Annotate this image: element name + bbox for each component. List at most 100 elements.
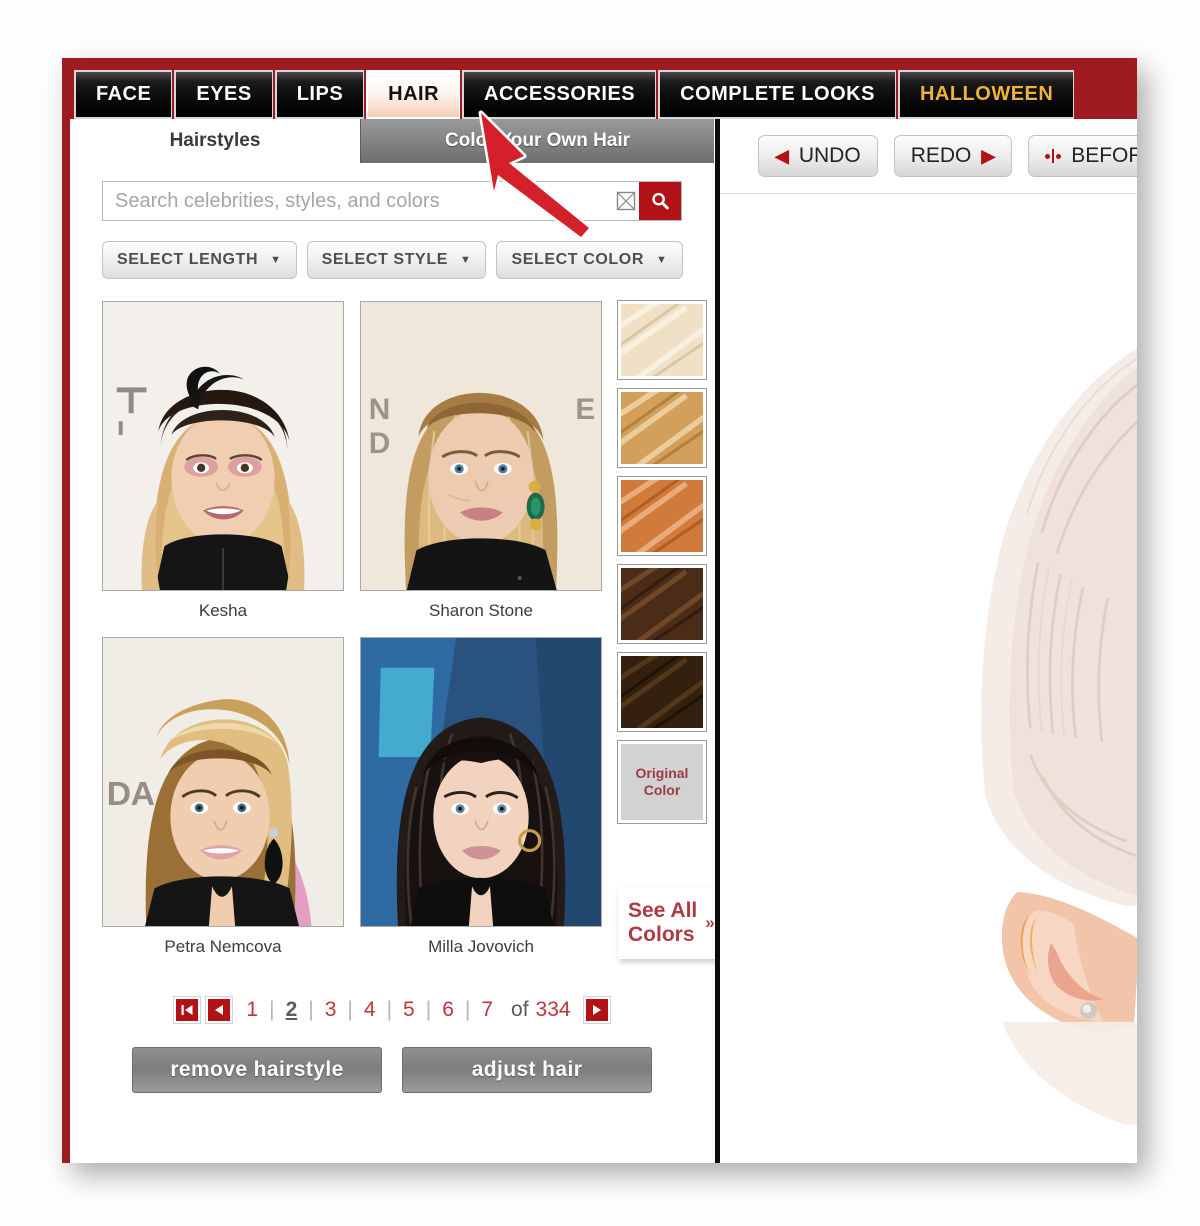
hairstyle-thumbnail[interactable]: ND E (360, 301, 602, 591)
svg-text:N: N (369, 393, 391, 426)
undo-label: UNDO (798, 144, 861, 167)
hair-color-swatch[interactable] (617, 388, 707, 468)
select-style-dropdown[interactable]: SELECT STYLE ▼ (306, 241, 487, 279)
chevron-left-icon: ◀ (775, 145, 789, 166)
sub-tab-color-your-own-hair[interactable]: Color Your Own Hair (360, 119, 714, 163)
nav-tab-hair-label: HAIR (388, 83, 440, 105)
nav-tab-lips[interactable]: LIPS (274, 70, 365, 119)
main-navigation-bar: FACE EYES LIPS HAIR ACCESSORIES COMPLETE… (70, 66, 1137, 119)
hairstyle-gallery: Kesha NDE Sharon Stone D A Petra Nemcova… (102, 301, 602, 961)
hairstyle-grid: Kesha NDE Sharon Stone D A Petra Nemcova… (102, 301, 602, 961)
hair-color-swatch[interactable] (617, 564, 707, 644)
redo-button[interactable]: REDO ▶ (893, 135, 1013, 177)
page-link-6[interactable]: 6 (431, 998, 465, 1022)
nav-tab-halloween[interactable]: HALLOWEEN (897, 70, 1075, 119)
page-link-1[interactable]: 1 (235, 998, 269, 1022)
next-page-icon (592, 1005, 601, 1015)
first-page-icon (181, 1005, 193, 1015)
hair-color-swatch[interactable] (617, 476, 707, 556)
nav-tab-eyes[interactable]: EYES (174, 70, 273, 119)
see-all-colors-label: See All Colors (618, 899, 697, 946)
page-link-3[interactable]: 3 (314, 998, 348, 1022)
action-button-row: remove hairstyle adjust hair (70, 1047, 714, 1093)
chevron-down-icon: ▼ (656, 254, 668, 266)
select-color-dropdown[interactable]: SELECT COLOR ▼ (496, 241, 683, 279)
hairstyle-card[interactable]: ND E Sharon Stone (360, 301, 602, 625)
previous-page-icon (215, 1005, 224, 1015)
select-color-label: SELECT COLOR (511, 251, 645, 268)
nav-tab-halloween-label: HALLOWEEN (919, 83, 1054, 105)
content-area: Hairstyles Color Your Own Hair Search ce… (70, 119, 1137, 1163)
model-preview-stage[interactable] (720, 194, 1137, 1163)
editor-toolbar: ◀ UNDO REDO ▶ BEFORE (758, 135, 1137, 177)
hair-color-swatch[interactable] (617, 300, 707, 380)
close-box-icon[interactable] (613, 182, 639, 220)
hair-color-swatch-list: Original Color (617, 300, 707, 824)
remove-hairstyle-button[interactable]: remove hairstyle (132, 1047, 382, 1093)
nav-tab-lips-label: LIPS (296, 83, 344, 105)
chevron-down-icon: ▼ (459, 254, 472, 266)
nav-tab-accessories-label: ACCESSORIES (484, 83, 636, 105)
page-link-5[interactable]: 5 (392, 998, 426, 1022)
next-page-button[interactable] (582, 996, 611, 1024)
previous-page-button[interactable] (205, 996, 234, 1024)
remove-hairstyle-label: remove hairstyle (170, 1058, 344, 1081)
search-box (102, 181, 682, 221)
original-color-line2: Color (643, 782, 681, 798)
nav-tab-complete-looks-label: COMPLETE LOOKS (680, 83, 875, 105)
hairstyle-card[interactable]: Kesha (102, 301, 344, 625)
see-all-colors-line1: See All (628, 899, 698, 923)
first-page-button[interactable] (173, 996, 202, 1024)
adjust-hair-label: adjust hair (471, 1058, 583, 1081)
magnifier-icon (652, 192, 669, 210)
svg-text:E: E (575, 393, 595, 426)
hairstyle-thumbnail[interactable] (360, 637, 602, 927)
page-link-7[interactable]: 7 (470, 998, 504, 1022)
redo-label: REDO (910, 144, 972, 167)
select-length-dropdown[interactable]: SELECT LENGTH ▼ (102, 241, 297, 279)
adjust-hair-button[interactable]: adjust hair (402, 1047, 652, 1093)
before-button[interactable]: BEFORE (1028, 135, 1137, 177)
original-color-button[interactable]: Original Color (617, 740, 707, 824)
sub-tab-bar: Hairstyles Color Your Own Hair (70, 119, 714, 163)
nav-tab-face-label: FACE (96, 83, 152, 105)
hairstyle-name: Kesha (198, 601, 248, 620)
hairstyle-name: Petra Nemcova (164, 937, 282, 956)
original-color-line1: Original (635, 764, 689, 781)
sub-tab-color-your-own-hair-label: Color Your Own Hair (444, 130, 631, 151)
left-panel: Hairstyles Color Your Own Hair Search ce… (70, 119, 748, 1163)
pagination: 1 | 2 | 3 | 4 | 5 | 6 | 7 of 334 (70, 996, 714, 1024)
svg-text:D: D (107, 775, 131, 813)
nav-tab-hair[interactable]: HAIR (366, 70, 461, 119)
nav-tab-accessories[interactable]: ACCESSORIES (462, 70, 657, 119)
hairstyle-thumbnail[interactable]: DA (102, 637, 344, 927)
search-input[interactable] (103, 189, 613, 213)
page-link-4[interactable]: 4 (353, 998, 387, 1022)
model-preview-image (720, 194, 1137, 1163)
sub-tab-hairstyles[interactable]: Hairstyles (70, 119, 360, 163)
app-window: FACE EYES LIPS HAIR ACCESSORIES COMPLETE… (62, 58, 1137, 1163)
svg-text:A: A (131, 775, 155, 813)
hairstyle-name: Sharon Stone (429, 601, 533, 620)
see-all-colors-line2: Colors (628, 923, 695, 946)
pagination-of-label: of (511, 998, 529, 1021)
before-label: BEFORE (1071, 144, 1137, 167)
nav-tab-face[interactable]: FACE (74, 70, 173, 119)
chevron-right-icon: ▶ (981, 145, 996, 166)
hairstyle-card[interactable]: DA Petra Nemcova (102, 637, 344, 961)
hairstyle-card[interactable]: Milla Jovovich (360, 637, 602, 961)
filter-button-group: SELECT LENGTH ▼ SELECT STYLE ▼ SELECT CO… (102, 241, 683, 279)
search-submit-button[interactable] (639, 182, 681, 220)
nav-tab-eyes-label: EYES (196, 83, 252, 105)
svg-text:D: D (369, 427, 391, 460)
select-length-label: SELECT LENGTH (117, 251, 259, 268)
page-link-2[interactable]: 2 (275, 998, 309, 1022)
right-panel: ◀ UNDO REDO ▶ BEFORE (720, 119, 1137, 1163)
hairstyle-thumbnail[interactable] (102, 301, 344, 591)
nav-tab-complete-looks[interactable]: COMPLETE LOOKS (658, 70, 896, 119)
double-chevron-right-icon: » (705, 913, 715, 932)
search-row (102, 181, 682, 221)
hair-color-swatch[interactable] (617, 652, 707, 732)
undo-button[interactable]: ◀ UNDO (758, 135, 878, 177)
before-after-icon (1045, 149, 1062, 163)
